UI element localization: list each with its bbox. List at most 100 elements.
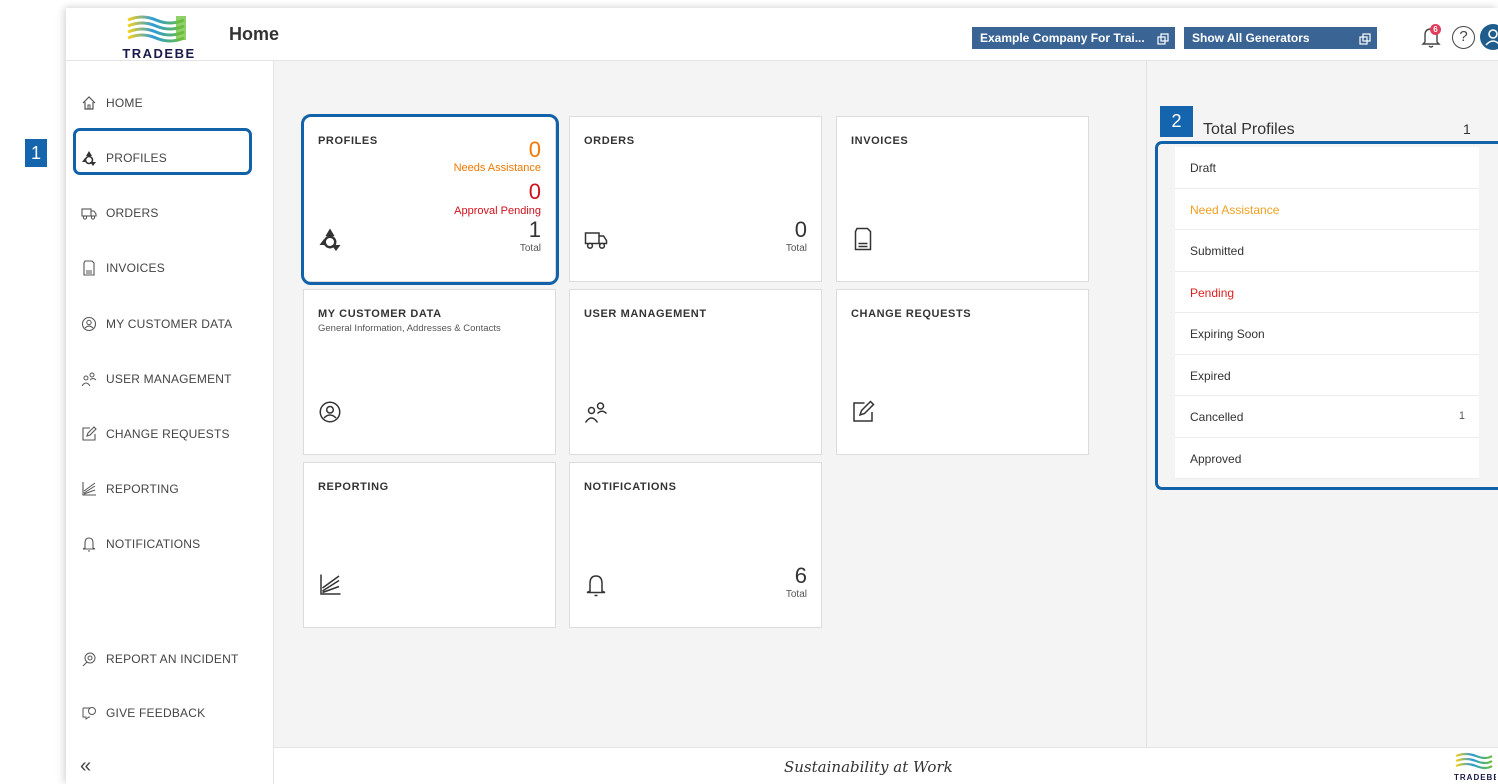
sidebar-item-my-customer-data[interactable]: MY CUSTOMER DATA [66,309,274,339]
header-bar: TRADEBE Home Example Company For Trai...… [66,8,1498,61]
sidebar-item-give-feedback[interactable]: GIVE FEEDBACK [66,698,274,728]
truck-icon [80,204,98,222]
tile-title: PROFILES [318,135,378,147]
feedback-icon [80,704,98,722]
footer-bar: Sustainability at Work TRADEBE [274,747,1498,784]
sidebar-item-user-management[interactable]: USER MANAGEMENT [66,364,274,394]
tile-notifications[interactable]: NOTIFICATIONS 6 Total [569,462,822,628]
status-row-approved[interactable]: Approved [1175,438,1479,479]
approval-pending-label: Approval Pending [454,205,541,217]
status-row-expired[interactable]: Expired [1175,355,1479,396]
status-label: Submitted [1190,244,1245,258]
sidebar-item-label: CHANGE REQUESTS [106,427,230,441]
status-row-need-assistance[interactable]: Need Assistance [1175,189,1479,230]
needs-assistance-count: 0 [528,137,541,162]
sidebar-item-label: ORDERS [106,206,159,220]
tile-user-management[interactable]: USER MANAGEMENT [569,289,822,455]
bell-icon [80,535,98,553]
tile-change-requests[interactable]: CHANGE REQUESTS [836,289,1089,455]
approval-pending-count: 0 [528,179,541,204]
show-generators-button[interactable]: Show All Generators [1184,27,1377,49]
logo-wordmark: TRADEBE [122,46,196,61]
sidebar-item-change-requests[interactable]: CHANGE REQUESTS [66,419,274,449]
sidebar-item-label: HOME [106,96,143,110]
status-row-draft[interactable]: Draft [1175,147,1479,189]
tile-title: MY CUSTOMER DATA [318,308,442,320]
tile-title: INVOICES [851,135,909,147]
sidebar-item-profiles[interactable]: PROFILES [66,143,274,173]
footer-logo-wordmark: TRADEBE [1454,773,1496,782]
needs-assistance-label: Needs Assistance [453,162,541,174]
status-row-pending[interactable]: Pending [1175,272,1479,313]
status-label: Draft [1190,161,1217,175]
page-title: Home [229,24,280,44]
sidebar-item-label: REPORTING [106,482,179,496]
status-label: Expiring Soon [1190,327,1265,341]
orders-total-count: 0 [794,217,807,242]
panel-title: Total Profiles [1203,121,1295,138]
external-link-icon [1359,27,1371,49]
status-label: Cancelled [1190,410,1244,424]
tile-title: CHANGE REQUESTS [851,308,972,320]
status-label: Approved [1190,451,1242,466]
profile-status-list: Draft Need Assistance Submitted Pending … [1175,147,1479,479]
tile-orders[interactable]: ORDERS 0 Total [569,116,822,282]
sidebar-item-orders[interactable]: ORDERS [66,198,274,228]
footer-logo: TRADEBE [1452,752,1496,784]
dashboard-tiles: PROFILES 0 Needs Assistance 0 Approval P… [274,61,1146,747]
tile-title: ORDERS [584,135,635,147]
logo-waves-icon [127,15,186,43]
company-selector-button[interactable]: Example Company For Trai... [972,27,1175,49]
sidebar-item-report-incident[interactable]: REPORT AN INCIDENT [66,644,274,674]
notifications-total-label: Total [785,589,807,600]
orders-total-label: Total [785,243,807,254]
footer-tagline: Sustainability at Work [784,758,953,776]
tile-title: NOTIFICATIONS [584,481,677,493]
profiles-summary-panel: Total Profiles 1 Draft Need Assistance S… [1146,61,1498,747]
profiles-total-label: Total [519,243,541,254]
panel-total: 1 [1463,121,1471,137]
user-circle-icon [80,315,98,333]
app-window: TRADEBE Home Example Company For Trai...… [66,8,1498,784]
status-label: Need Assistance [1190,202,1280,217]
tile-my-customer-data[interactable]: MY CUSTOMER DATA General Information, Ad… [303,289,556,455]
sidebar-item-label: REPORT AN INCIDENT [106,652,239,666]
sidebar-item-label: INVOICES [106,261,165,275]
chart-icon [318,573,344,599]
status-label: Pending [1190,285,1235,300]
collapse-sidebar-button[interactable]: « [80,755,91,778]
tradebe-logo[interactable]: TRADEBE [116,14,202,61]
sidebar-item-label: USER MANAGEMENT [106,372,232,386]
sidebar-item-notifications[interactable]: NOTIFICATIONS [66,529,274,559]
truck-icon [584,227,610,253]
tile-reporting[interactable]: REPORTING [303,462,556,628]
help-icon[interactable]: ? [1452,26,1475,49]
sidebar-item-reporting[interactable]: REPORTING [66,474,274,504]
bell-icon [584,573,610,599]
tile-subtitle: General Information, Addresses & Contact… [318,323,501,334]
users-icon [584,400,610,426]
users-icon [80,370,98,388]
notification-count-badge: 6 [1430,24,1441,35]
user-circle-icon [318,400,344,426]
incident-icon [80,650,98,668]
sidebar-item-invoices[interactable]: INVOICES [66,253,274,283]
callout-1: 1 [25,139,47,167]
tile-invoices[interactable]: INVOICES [836,116,1089,282]
company-selector-label: Example Company For Trai... [980,31,1145,45]
sidebar-item-label: NOTIFICATIONS [106,537,201,551]
status-count: 1 [1458,410,1465,422]
status-row-expiring-soon[interactable]: Expiring Soon [1175,313,1479,355]
user-avatar[interactable] [1480,24,1498,50]
tile-title: USER MANAGEMENT [584,308,707,320]
home-icon [80,94,98,112]
status-row-submitted[interactable]: Submitted [1175,230,1479,272]
chart-icon [80,480,98,498]
edit-icon [80,425,98,443]
document-icon [851,227,877,253]
status-row-cancelled[interactable]: Cancelled 1 [1175,396,1479,438]
tile-profiles[interactable]: PROFILES 0 Needs Assistance 0 Approval P… [303,116,556,282]
recycle-icon [80,149,98,167]
sidebar-item-label: GIVE FEEDBACK [106,706,206,720]
sidebar-item-home[interactable]: HOME [66,88,274,118]
